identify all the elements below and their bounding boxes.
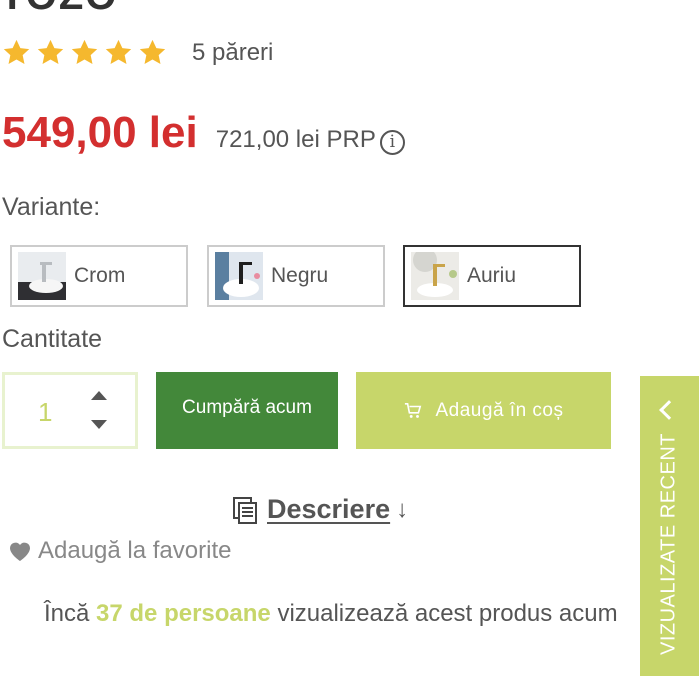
recently-viewed-label: VIZUALIZATE RECENT (657, 433, 680, 655)
add-to-favorites[interactable]: Adaugă la favorite (8, 537, 231, 565)
add-to-cart-label: Adaugă în coș (435, 399, 564, 421)
rating[interactable]: 5 păreri (2, 38, 273, 67)
star-icon (105, 39, 132, 64)
down-arrow-icon: ↓ (396, 495, 409, 523)
variant-thumbnail (215, 252, 263, 300)
old-price: 721,00 lei PRP (215, 126, 376, 153)
reviews-link[interactable]: 5 păreri (192, 39, 273, 67)
favorites-label: Adaugă la favorite (38, 537, 232, 564)
product-title-fragment: TOZO (0, 0, 118, 19)
chevron-left-icon (659, 400, 679, 420)
viewers-count: 37 de persoane (96, 600, 271, 627)
recently-viewed-tab[interactable]: VIZUALIZATE RECENT (640, 376, 699, 676)
description-link[interactable]: Descriere ↓ (231, 494, 408, 525)
variants-label: Variante: (2, 193, 101, 221)
star-icon (139, 39, 166, 64)
variant-label: Negru (271, 264, 329, 287)
price-row: 549,00 lei 721,00 lei PRP i (2, 108, 405, 158)
quantity-stepper[interactable]: 1 (2, 372, 138, 449)
quantity-input[interactable]: 1 (38, 397, 52, 428)
viewers-prefix: Încă (44, 600, 97, 627)
variant-label: Auriu (467, 264, 517, 287)
live-viewers-notice: Încă 37 de persoane vizualizează acest p… (44, 594, 636, 633)
decrement-arrow-icon[interactable] (91, 420, 107, 429)
increment-arrow-icon[interactable] (91, 391, 107, 400)
info-icon[interactable]: i (379, 130, 405, 155)
variant-auriu[interactable]: Auriu (403, 245, 581, 307)
star-icon (71, 39, 98, 64)
variant-crom[interactable]: Crom (10, 245, 188, 307)
buy-now-button[interactable]: Cumpără acum (156, 372, 338, 449)
star-icon (37, 39, 64, 64)
variant-thumbnail (411, 252, 459, 300)
cart-icon (404, 402, 421, 418)
variant-negru[interactable]: Negru (207, 245, 385, 307)
current-price: 549,00 lei (2, 108, 198, 157)
star-icon (3, 39, 30, 64)
variant-thumbnail (18, 252, 66, 300)
document-icon (233, 496, 257, 524)
variant-label: Crom (74, 264, 126, 287)
heart-icon (10, 542, 30, 561)
description-label: Descriere (267, 494, 391, 524)
add-to-cart-button[interactable]: Adaugă în coș (356, 372, 611, 449)
quantity-label: Cantitate (2, 325, 103, 353)
viewers-suffix: vizualizează acest produs acum (270, 600, 618, 627)
